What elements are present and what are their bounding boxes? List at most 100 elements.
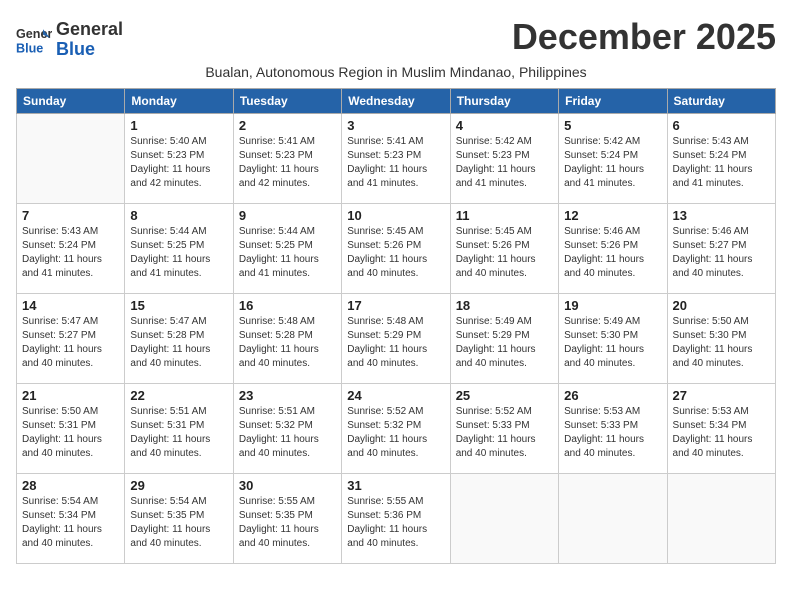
day-number: 26: [564, 388, 661, 403]
day-info: Sunrise: 5:51 AMSunset: 5:31 PMDaylight:…: [130, 405, 227, 461]
day-cell: 24 Sunrise: 5:52 AMSunset: 5:32 PMDayligh…: [342, 383, 450, 473]
day-info: Sunrise: 5:40 AMSunset: 5:23 PMDaylight:…: [130, 135, 227, 191]
header-cell-wednesday: Wednesday: [342, 88, 450, 113]
day-info: Sunrise: 5:45 AMSunset: 5:26 PMDaylight:…: [347, 225, 444, 281]
day-number: 1: [130, 118, 227, 133]
day-number: 28: [22, 478, 119, 493]
subtitle: Bualan, Autonomous Region in Muslim Mind…: [16, 64, 776, 80]
header-cell-thursday: Thursday: [450, 88, 558, 113]
week-row-1: 1 Sunrise: 5:40 AMSunset: 5:23 PMDaylight…: [17, 113, 776, 203]
day-number: 9: [239, 208, 336, 223]
day-cell: 18 Sunrise: 5:49 AMSunset: 5:29 PMDayligh…: [450, 293, 558, 383]
day-info: Sunrise: 5:43 AMSunset: 5:24 PMDaylight:…: [22, 225, 119, 281]
day-cell: 3 Sunrise: 5:41 AMSunset: 5:23 PMDaylight…: [342, 113, 450, 203]
day-cell: 19Sunrise: 5:49 AMSunset: 5:30 PMDayligh…: [559, 293, 667, 383]
header-row: SundayMondayTuesdayWednesdayThursdayFrid…: [17, 88, 776, 113]
day-info: Sunrise: 5:51 AMSunset: 5:32 PMDaylight:…: [239, 405, 336, 461]
day-cell: 30 Sunrise: 5:55 AMSunset: 5:35 PMDayligh…: [233, 473, 341, 563]
day-info: Sunrise: 5:43 AMSunset: 5:24 PMDaylight:…: [673, 135, 770, 191]
day-info: Sunrise: 5:54 AMSunset: 5:35 PMDaylight:…: [130, 495, 227, 551]
day-info: Sunrise: 5:41 AMSunset: 5:23 PMDaylight:…: [239, 135, 336, 191]
day-cell: 16Sunrise: 5:48 AMSunset: 5:28 PMDayligh…: [233, 293, 341, 383]
day-cell: [667, 473, 775, 563]
day-cell: 4Sunrise: 5:42 AMSunset: 5:23 PMDaylight…: [450, 113, 558, 203]
day-number: 7: [22, 208, 119, 223]
day-number: 18: [456, 298, 553, 313]
day-info: Sunrise: 5:55 AMSunset: 5:35 PMDaylight:…: [239, 495, 336, 551]
day-info: Sunrise: 5:46 AMSunset: 5:27 PMDaylight:…: [673, 225, 770, 281]
day-number: 14: [22, 298, 119, 313]
day-number: 30: [239, 478, 336, 493]
day-number: 3: [347, 118, 444, 133]
day-cell: 2 Sunrise: 5:41 AMSunset: 5:23 PMDaylight…: [233, 113, 341, 203]
day-info: Sunrise: 5:48 AMSunset: 5:29 PMDaylight:…: [347, 315, 444, 371]
day-info: Sunrise: 5:45 AMSunset: 5:26 PMDaylight:…: [456, 225, 553, 281]
day-number: 10: [347, 208, 444, 223]
day-info: Sunrise: 5:53 AMSunset: 5:33 PMDaylight:…: [564, 405, 661, 461]
day-number: 8: [130, 208, 227, 223]
day-number: 17: [347, 298, 444, 313]
header: General Blue General Blue December 2025: [16, 16, 776, 60]
day-cell: [450, 473, 558, 563]
header-cell-saturday: Saturday: [667, 88, 775, 113]
day-cell: 14Sunrise: 5:47 AMSunset: 5:27 PMDayligh…: [17, 293, 125, 383]
day-cell: 25 Sunrise: 5:52 AMSunset: 5:33 PMDayligh…: [450, 383, 558, 473]
day-cell: 9Sunrise: 5:44 AMSunset: 5:25 PMDaylight…: [233, 203, 341, 293]
day-info: Sunrise: 5:53 AMSunset: 5:34 PMDaylight:…: [673, 405, 770, 461]
day-cell: 22 Sunrise: 5:51 AMSunset: 5:31 PMDayligh…: [125, 383, 233, 473]
day-number: 16: [239, 298, 336, 313]
day-cell: 1 Sunrise: 5:40 AMSunset: 5:23 PMDaylight…: [125, 113, 233, 203]
calendar-table: SundayMondayTuesdayWednesdayThursdayFrid…: [16, 88, 776, 564]
day-cell: [17, 113, 125, 203]
day-number: 24: [347, 388, 444, 403]
day-info: Sunrise: 5:49 AMSunset: 5:29 PMDaylight:…: [456, 315, 553, 371]
day-cell: 27 Sunrise: 5:53 AMSunset: 5:34 PMDayligh…: [667, 383, 775, 473]
day-number: 27: [673, 388, 770, 403]
day-cell: 15 Sunrise: 5:47 AMSunset: 5:28 PMDayligh…: [125, 293, 233, 383]
day-cell: [559, 473, 667, 563]
day-info: Sunrise: 5:52 AMSunset: 5:32 PMDaylight:…: [347, 405, 444, 461]
day-info: Sunrise: 5:54 AMSunset: 5:34 PMDaylight:…: [22, 495, 119, 551]
logo-general: General: [56, 19, 123, 39]
day-number: 11: [456, 208, 553, 223]
day-number: 22: [130, 388, 227, 403]
day-cell: 29 Sunrise: 5:54 AMSunset: 5:35 PMDayligh…: [125, 473, 233, 563]
day-info: Sunrise: 5:42 AMSunset: 5:23 PMDaylight:…: [456, 135, 553, 191]
day-info: Sunrise: 5:44 AMSunset: 5:25 PMDaylight:…: [130, 225, 227, 281]
header-cell-friday: Friday: [559, 88, 667, 113]
day-info: Sunrise: 5:50 AMSunset: 5:31 PMDaylight:…: [22, 405, 119, 461]
day-number: 21: [22, 388, 119, 403]
day-info: Sunrise: 5:50 AMSunset: 5:30 PMDaylight:…: [673, 315, 770, 371]
logo-icon: General Blue: [16, 22, 52, 58]
day-cell: 10 Sunrise: 5:45 AMSunset: 5:26 PMDayligh…: [342, 203, 450, 293]
header-cell-sunday: Sunday: [17, 88, 125, 113]
day-number: 25: [456, 388, 553, 403]
logo-text: General Blue: [56, 20, 123, 60]
day-info: Sunrise: 5:47 AMSunset: 5:28 PMDaylight:…: [130, 315, 227, 371]
day-cell: 17 Sunrise: 5:48 AMSunset: 5:29 PMDayligh…: [342, 293, 450, 383]
week-row-4: 21 Sunrise: 5:50 AMSunset: 5:31 PMDayligh…: [17, 383, 776, 473]
day-cell: 7 Sunrise: 5:43 AMSunset: 5:24 PMDaylight…: [17, 203, 125, 293]
day-cell: 5 Sunrise: 5:42 AMSunset: 5:24 PMDaylight…: [559, 113, 667, 203]
day-cell: 23 Sunrise: 5:51 AMSunset: 5:32 PMDayligh…: [233, 383, 341, 473]
day-number: 2: [239, 118, 336, 133]
logo: General Blue General Blue: [16, 20, 123, 60]
day-number: 23: [239, 388, 336, 403]
day-number: 29: [130, 478, 227, 493]
day-info: Sunrise: 5:42 AMSunset: 5:24 PMDaylight:…: [564, 135, 661, 191]
day-number: 5: [564, 118, 661, 133]
day-info: Sunrise: 5:41 AMSunset: 5:23 PMDaylight:…: [347, 135, 444, 191]
day-info: Sunrise: 5:49 AMSunset: 5:30 PMDaylight:…: [564, 315, 661, 371]
month-title: December 2025: [512, 16, 776, 58]
week-row-3: 14Sunrise: 5:47 AMSunset: 5:27 PMDayligh…: [17, 293, 776, 383]
day-cell: 11 Sunrise: 5:45 AMSunset: 5:26 PMDayligh…: [450, 203, 558, 293]
day-number: 13: [673, 208, 770, 223]
day-cell: 26 Sunrise: 5:53 AMSunset: 5:33 PMDayligh…: [559, 383, 667, 473]
header-cell-tuesday: Tuesday: [233, 88, 341, 113]
day-info: Sunrise: 5:46 AMSunset: 5:26 PMDaylight:…: [564, 225, 661, 281]
day-info: Sunrise: 5:52 AMSunset: 5:33 PMDaylight:…: [456, 405, 553, 461]
day-cell: 12Sunrise: 5:46 AMSunset: 5:26 PMDayligh…: [559, 203, 667, 293]
day-info: Sunrise: 5:55 AMSunset: 5:36 PMDaylight:…: [347, 495, 444, 551]
day-number: 15: [130, 298, 227, 313]
day-cell: 13 Sunrise: 5:46 AMSunset: 5:27 PMDayligh…: [667, 203, 775, 293]
